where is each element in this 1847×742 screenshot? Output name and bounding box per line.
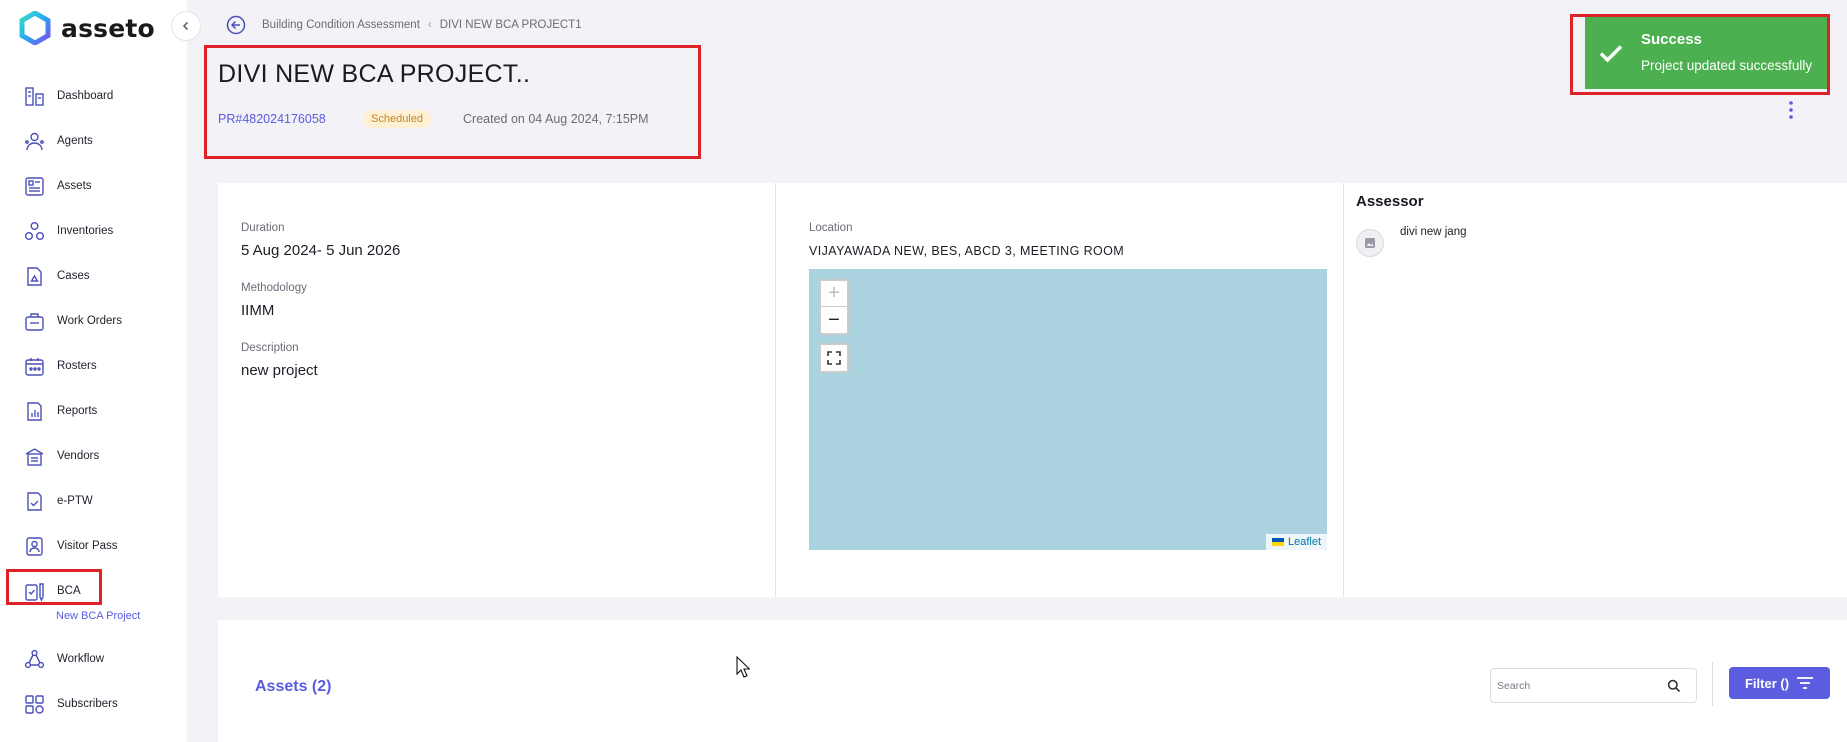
work-orders-icon — [25, 312, 44, 331]
more-vertical-icon[interactable] — [1787, 100, 1795, 120]
assessor-name: divi new jang — [1400, 226, 1467, 238]
search-input[interactable] — [1497, 677, 1657, 695]
agents-icon — [25, 132, 44, 150]
column-divider — [1343, 183, 1344, 597]
divider — [1712, 662, 1713, 706]
dashboard-icon — [25, 86, 44, 106]
subscribers-icon — [25, 694, 44, 714]
breadcrumb-parent[interactable]: Building Condition Assessment — [262, 19, 420, 31]
description-value: new project — [241, 362, 318, 379]
sidebar-item-reports[interactable]: Reports — [0, 391, 187, 431]
avatar — [1356, 229, 1384, 257]
sidebar-item-subscribers[interactable]: Subscribers — [0, 684, 187, 724]
filter-button[interactable]: Filter () — [1729, 667, 1830, 699]
sidebar-item-inventories[interactable]: Inventories — [0, 211, 187, 251]
mouse-cursor-icon — [736, 656, 750, 678]
sidebar-item-label: Work Orders — [57, 315, 122, 327]
highlight-box-bca — [6, 569, 102, 605]
map-attribution[interactable]: Leaflet — [1265, 534, 1327, 550]
duration-value: 5 Aug 2024- 5 Jun 2026 — [241, 242, 401, 259]
sidebar-item-label: Cases — [57, 270, 90, 282]
image-placeholder-icon — [1365, 238, 1375, 248]
asseto-logo-icon — [19, 11, 51, 45]
page-title: DIVI NEW BCA PROJECT.. — [218, 60, 531, 88]
sidebar-item-vendors[interactable]: Vendors — [0, 436, 187, 476]
sidebar-item-label: Vendors — [57, 450, 100, 462]
search-icon[interactable] — [1667, 679, 1681, 693]
sidebar-item-agents[interactable]: Agents — [0, 121, 187, 161]
methodology-label: Methodology — [241, 282, 307, 294]
sidebar-item-dashboard[interactable]: Dashboard — [0, 76, 187, 116]
assets-heading: Assets (2) — [255, 678, 332, 695]
map-zoom-control: + − — [819, 279, 849, 335]
sidebar-item-assets[interactable]: Assets — [0, 166, 187, 206]
zoom-out-button[interactable]: − — [821, 307, 847, 333]
sidebar-item-label: Workflow — [57, 653, 105, 665]
column-divider — [775, 183, 776, 597]
description-label: Description — [241, 342, 299, 354]
duration-label: Duration — [241, 222, 285, 234]
breadcrumb-current: DIVI NEW BCA PROJECT1 — [439, 19, 582, 31]
sidebar-item-visitor-pass[interactable]: Visitor Pass — [0, 526, 187, 566]
chevron-left-icon: ‹ — [427, 19, 432, 31]
sidebar-item-label: Visitor Pass — [57, 540, 118, 552]
sidebar-item-work-orders[interactable]: Work Orders — [0, 301, 187, 341]
sidebar-item-cases[interactable]: Cases — [0, 256, 187, 296]
attribution-link[interactable]: Leaflet — [1288, 536, 1321, 548]
sidebar-item-label: Inventories — [57, 225, 114, 237]
sidebar: asseto Dashboard Agents Assets Inventori… — [0, 0, 187, 742]
sidebar-collapse-button[interactable] — [171, 11, 201, 41]
sidebar-item-label: Agents — [57, 135, 93, 147]
fullscreen-icon — [827, 351, 841, 365]
ukraine-flag-icon — [1271, 538, 1284, 546]
sidebar-item-label: Rosters — [57, 360, 97, 372]
eptw-icon — [27, 491, 42, 511]
visitor-pass-icon — [26, 536, 43, 556]
methodology-value: IIMM — [241, 302, 275, 319]
filter-button-label: Filter () — [1744, 675, 1790, 691]
location-value: VIJAYAWADA NEW, BES, ABCD 3, MEETING ROO… — [809, 244, 1125, 258]
sidebar-item-label: Reports — [57, 405, 98, 417]
sidebar-item-eptw[interactable]: e-PTW — [0, 481, 187, 521]
status-badge: Scheduled — [363, 110, 431, 128]
sidebar-item-label: Dashboard — [57, 90, 114, 102]
location-label: Location — [809, 222, 853, 234]
sidebar-item-label: e-PTW — [57, 495, 93, 507]
app-logo[interactable]: asseto — [18, 10, 155, 46]
inventories-icon — [25, 221, 44, 240]
sidebar-item-workflow[interactable]: Workflow — [0, 639, 187, 679]
filter-icon — [1797, 677, 1814, 689]
reports-icon — [27, 401, 42, 421]
assessor-heading: Assessor — [1356, 193, 1424, 210]
highlight-box-toast — [1570, 14, 1830, 95]
cases-icon — [27, 266, 42, 286]
vendors-icon — [25, 447, 44, 466]
rosters-icon — [25, 357, 44, 376]
fullscreen-button[interactable] — [819, 343, 849, 373]
assets-icon — [25, 176, 44, 196]
sidebar-item-label: Subscribers — [57, 698, 118, 710]
project-id: PR#482024176058 — [218, 112, 326, 126]
logo-text: asseto — [61, 13, 155, 43]
zoom-in-button[interactable]: + — [821, 281, 847, 307]
location-map[interactable]: + − Leaflet — [809, 269, 1327, 550]
created-on-text: Created on 04 Aug 2024, 7:15PM — [463, 112, 649, 126]
sidebar-item-label: Assets — [57, 180, 92, 192]
workflow-icon — [24, 649, 45, 668]
chevron-left-icon — [182, 21, 189, 31]
search-box — [1490, 668, 1697, 703]
sidebar-item-rosters[interactable]: Rosters — [0, 346, 187, 386]
breadcrumb: Building Condition Assessment ‹ DIVI NEW… — [262, 19, 582, 31]
back-arrow-icon[interactable] — [226, 15, 246, 35]
sidebar-subitem-new-bca-project[interactable]: New BCA Project — [56, 610, 140, 622]
